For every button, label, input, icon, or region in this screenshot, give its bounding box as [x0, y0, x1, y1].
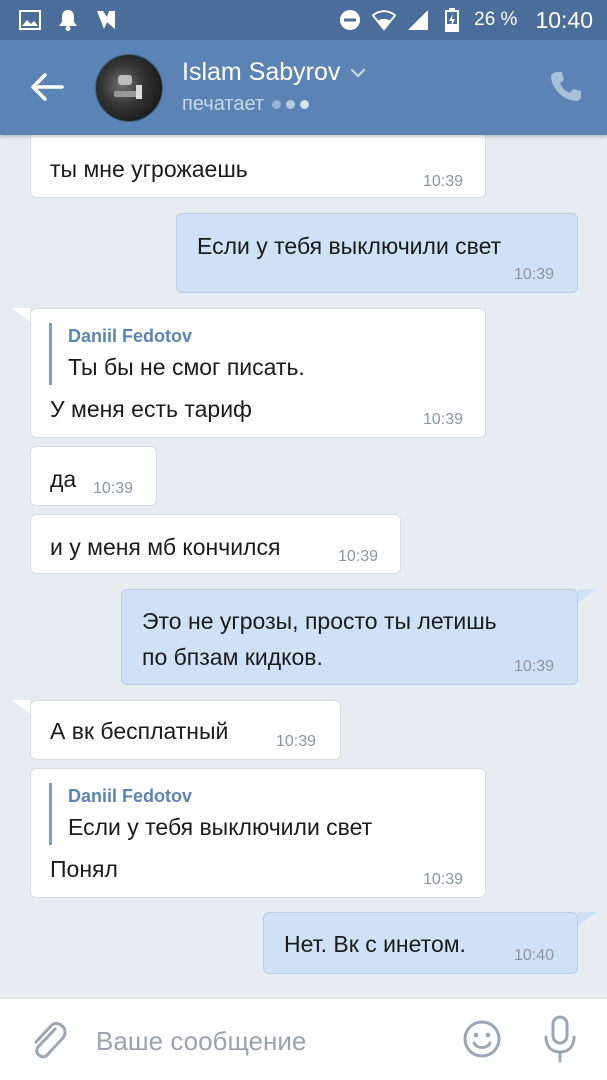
back-arrow-icon: [31, 73, 64, 101]
status-bar-time: 10:40: [535, 6, 593, 33]
message-time: 10:39: [338, 548, 379, 565]
message-time: 10:39: [423, 411, 464, 428]
message-incoming[interactable]: Daniil Fedotov Ты бы не смог писать. У м…: [30, 308, 486, 438]
message-outgoing[interactable]: Нет. Вк с инетом. 10:40: [263, 912, 578, 974]
notification-bell-icon: [56, 8, 80, 32]
bubble-tail: [12, 700, 30, 714]
microphone-icon: [544, 1015, 576, 1063]
message-time: 10:39: [93, 480, 134, 497]
bubble-tail: [578, 912, 596, 926]
quote-text: Если у тебя выключили свет: [68, 814, 373, 840]
quote-text: Ты бы не смог писать.: [68, 354, 305, 380]
bubble-tail: [12, 308, 30, 322]
contact-name-button[interactable]: Islam Sabyrov: [182, 58, 366, 87]
message-input[interactable]: [96, 1019, 436, 1063]
status-bar: 26 % 10:40: [0, 0, 607, 40]
chevron-down-icon: [351, 68, 366, 78]
reply-quote[interactable]: Daniil Fedotov Ты бы не смог писать.: [49, 323, 305, 385]
quote-author: Daniil Fedotov: [68, 786, 193, 806]
message-text: Нет. Вк с инетом.: [284, 931, 466, 957]
typing-status: печатает: [182, 93, 310, 116]
message-time: 10:39: [514, 266, 555, 283]
emoji-button[interactable]: [462, 1019, 502, 1059]
call-button[interactable]: [550, 70, 584, 104]
wifi-icon: [372, 8, 397, 32]
message-incoming[interactable]: А вк бесплатный 10:39: [30, 700, 341, 760]
battery-percent: 26 %: [474, 9, 518, 30]
phone-icon: [551, 72, 581, 101]
message-text-line-2: по бпзам кидков.: [142, 644, 323, 670]
message-incoming[interactable]: да 10:39: [30, 446, 157, 506]
paperclip-icon: [34, 1022, 67, 1059]
vk-icon: [94, 8, 118, 32]
do-not-disturb-icon: [338, 8, 362, 32]
chat-screen: 26 % 10:40 Islam Sabyrov печатает ты мне…: [0, 0, 607, 1080]
battery-charging-icon: [440, 8, 464, 32]
message-text: У меня есть тариф: [50, 396, 252, 422]
message-text: Если у тебя выключили свет: [197, 233, 502, 259]
message-text-line-1: Это не угрозы, просто ты летишь: [142, 608, 497, 634]
typing-dots: [272, 100, 310, 109]
message-time: 10:39: [423, 173, 464, 190]
chat-header: Islam Sabyrov печатает: [0, 40, 607, 135]
message-text: А вк бесплатный: [50, 718, 229, 744]
typing-status-text: печатает: [182, 93, 265, 115]
message-input-bar: [0, 998, 607, 1080]
bubble-tail: [578, 589, 596, 603]
message-text: и у меня мб кончился: [50, 534, 281, 560]
message-outgoing[interactable]: Если у тебя выключили свет 10:39: [176, 213, 578, 293]
back-button[interactable]: [30, 72, 64, 102]
contact-name: Islam Sabyrov: [182, 58, 341, 86]
signal-icon: [406, 8, 430, 32]
reply-quote[interactable]: Daniil Fedotov Если у тебя выключили све…: [49, 783, 372, 845]
status-bar-right: 26 % 10:40: [338, 7, 593, 34]
emoji-icon: [463, 1020, 501, 1058]
avatar[interactable]: [95, 54, 163, 122]
message-time: 10:39: [514, 658, 555, 675]
message-text: ты мне угрожаешь: [50, 156, 248, 182]
status-bar-left: [18, 8, 118, 32]
message-text: да: [50, 466, 77, 492]
message-time: 10:39: [423, 871, 464, 888]
message-text: Понял: [50, 856, 118, 882]
gallery-icon: [18, 8, 42, 32]
attach-button[interactable]: [28, 1019, 68, 1063]
voice-record-button[interactable]: [542, 1015, 578, 1063]
message-incoming[interactable]: Daniil Fedotov Если у тебя выключили све…: [30, 768, 486, 898]
message-time: 10:39: [276, 733, 317, 750]
message-incoming[interactable]: и у меня мб кончился 10:39: [30, 514, 401, 574]
quote-author: Daniil Fedotov: [68, 326, 193, 346]
message-time: 10:40: [514, 947, 555, 964]
message-outgoing[interactable]: Это не угрозы, просто ты летишь по бпзам…: [121, 589, 578, 685]
